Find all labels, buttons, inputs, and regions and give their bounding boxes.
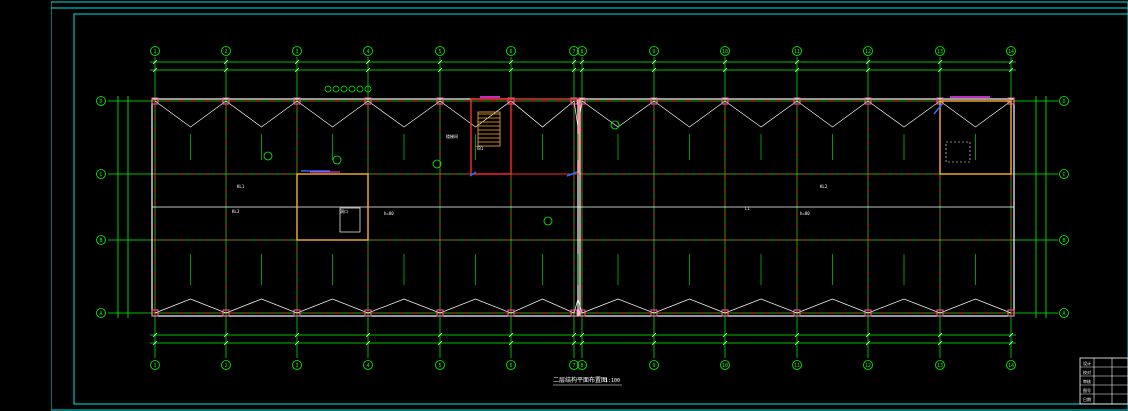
stair-core-east	[510, 98, 580, 175]
grid-label-top-12: 12	[865, 49, 871, 55]
grid-label-bottom-1: 1	[153, 363, 156, 369]
note-circle-0	[324, 85, 332, 93]
titleblock-cell-2: 审核	[1083, 378, 1091, 384]
slab-label-main: h=80	[384, 211, 394, 216]
note-circle-4	[356, 85, 364, 93]
grid-label-bottom-11: 11	[794, 363, 800, 369]
grid-label-top-8: 8	[580, 49, 583, 55]
beam-tag-4: KL3	[232, 209, 240, 214]
cad-drawing-viewport[interactable]: 1 1 2 2 3 3 4 4 5 5 6 6 7 7 8 8 9 9 10 10 11 11 12 12 13 13 14 14 D D…	[0, 0, 1128, 411]
grid-label-bottom-2: 2	[224, 363, 227, 369]
grid-label-top-2: 2	[224, 49, 227, 55]
note-circle-3	[348, 85, 356, 93]
grid-label-top-11: 11	[794, 49, 800, 55]
grid-label-top-6: 6	[509, 49, 512, 55]
grid-label-top-7: 7	[572, 49, 575, 55]
grid-label-left-D: D	[99, 99, 102, 105]
grid-label-bottom-4: 4	[366, 363, 369, 369]
grid-label-right-B: B	[1062, 238, 1065, 244]
outer-frame	[50, 1, 1128, 411]
grid-label-top-9: 9	[652, 49, 655, 55]
titleblock-cell-0: 设计	[1083, 360, 1091, 366]
void-label: 洞口	[340, 208, 348, 214]
stair-label: TB1	[476, 146, 484, 151]
grid-label-bottom-9: 9	[652, 363, 655, 369]
grid-label-top-3: 3	[295, 49, 298, 55]
titleblock-cell-3: 图号	[1083, 387, 1091, 393]
grid-label-bottom-3: 3	[295, 363, 298, 369]
slab-label-right: h=80	[800, 211, 810, 216]
grid-label-bottom-14: 14	[1008, 363, 1014, 369]
grid-label-top-4: 4	[366, 49, 369, 55]
grid-label-bottom-8: 8	[580, 363, 583, 369]
axis-grid-layer: 11223344556677889910101111121213131414D D…	[96, 46, 1069, 370]
title-block: 设计 校对 审核 图号 日期	[1079, 357, 1128, 405]
grid-label-right-D: D	[1062, 99, 1065, 105]
grid-label-top-1: 1	[153, 49, 156, 55]
grid-label-left-B: B	[99, 238, 102, 244]
grid-label-bottom-13: 13	[937, 363, 943, 369]
slab-zigzag-top	[154, 100, 1012, 128]
grid-label-bottom-12: 12	[865, 363, 871, 369]
grid-label-left-C: C	[99, 172, 102, 178]
sheet-left-strip	[0, 0, 51, 411]
titleblock-cell-1: 校对	[1083, 369, 1091, 375]
slab-zigzag-bottom	[154, 297, 1012, 314]
callout-circle-0	[263, 151, 273, 161]
grid-label-bottom-5: 5	[438, 363, 441, 369]
blue-beam-3	[933, 103, 943, 115]
grid-label-top-14: 14	[1008, 49, 1014, 55]
grid-label-right-A: A	[1062, 311, 1065, 317]
grid-label-top-10: 10	[722, 49, 728, 55]
drawing-title: 二层结构平面布置图	[553, 376, 607, 384]
stair-core	[470, 98, 512, 175]
building-outline-left	[151, 98, 579, 317]
grid-label-top-13: 13	[937, 49, 943, 55]
grid-label-left-A: A	[99, 311, 102, 317]
grid-label-bottom-7: 7	[572, 363, 575, 369]
grid-label-top-5: 5	[438, 49, 441, 55]
beam-tag-1: KL1	[237, 184, 245, 189]
grid-label-right-C: C	[1062, 172, 1065, 178]
titleblock-cell-4: 日期	[1083, 396, 1091, 402]
label-layer	[190, 85, 976, 285]
note-circle-2	[340, 85, 348, 93]
callout-circle-1	[332, 155, 342, 165]
beam-tag-2: KL2	[820, 184, 828, 189]
callout-circle-3	[543, 216, 553, 226]
room-label: 楼梯间	[446, 133, 458, 139]
grid-label-bottom-6: 6	[509, 363, 512, 369]
grid-label-bottom-10: 10	[722, 363, 728, 369]
note-circle-1	[332, 85, 340, 93]
structural-floor-plan: 11223344556677889910101111121213131414D D…	[0, 0, 1128, 411]
structure-layer	[151, 96, 1015, 317]
drawing-scale: 1:100	[605, 378, 620, 384]
beam-tag-3: L1	[745, 206, 750, 211]
room-right-opening	[945, 141, 971, 163]
